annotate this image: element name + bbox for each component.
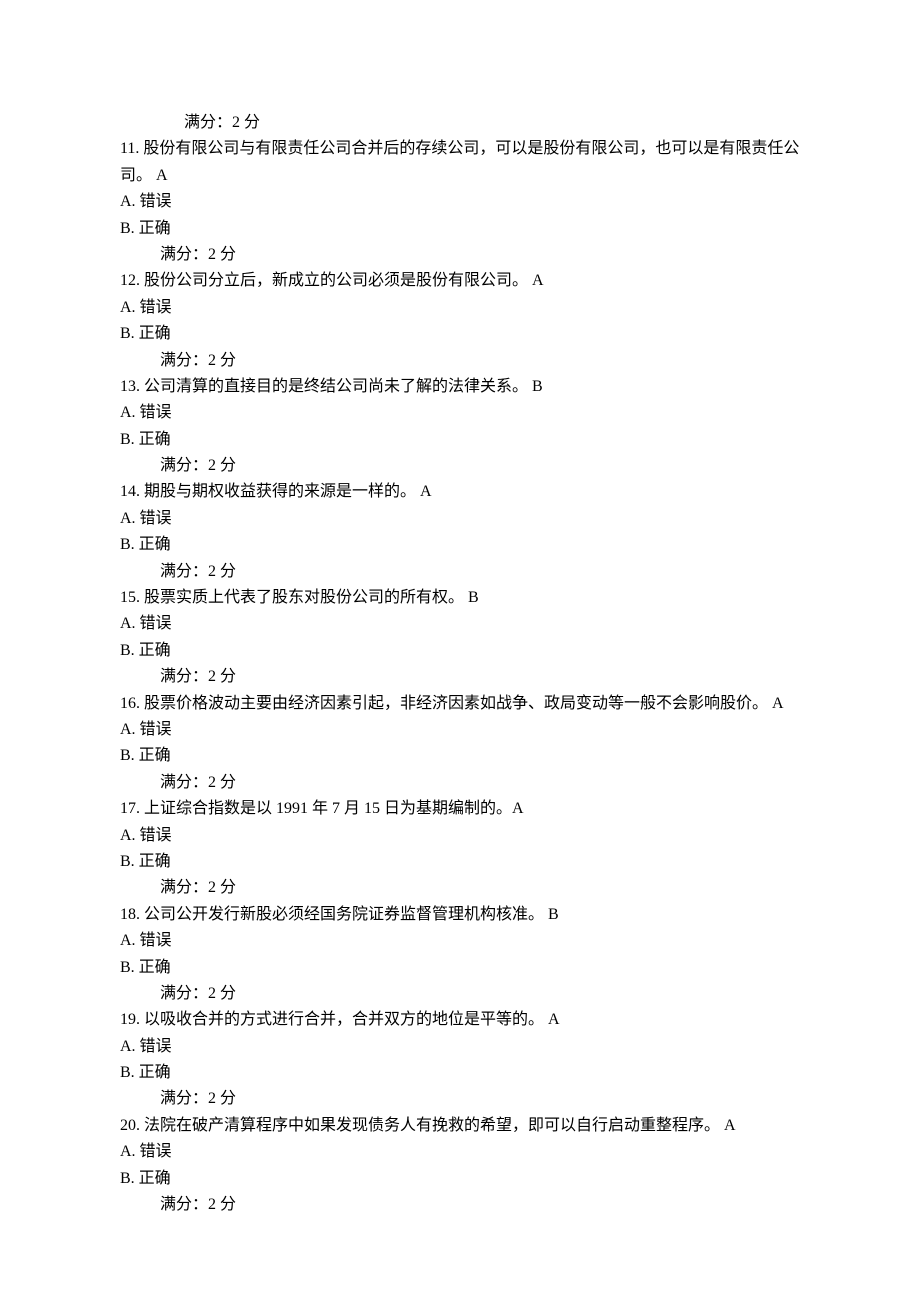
option-b: B. 正确 (120, 1166, 800, 1192)
question-text: 19. 以吸收合并的方式进行合并，合并双方的地位是平等的。 A (120, 1007, 800, 1033)
question-block-14: 14. 期股与期权收益获得的来源是一样的。 A A. 错误 B. 正确 满分：2… (120, 479, 800, 585)
option-b: B. 正确 (120, 532, 800, 558)
question-text: 14. 期股与期权收益获得的来源是一样的。 A (120, 479, 800, 505)
question-text: 16. 股票价格波动主要由经济因素引起，非经济因素如战争、政局变动等一般不会影响… (120, 691, 800, 717)
score-line: 满分：2 分 (120, 770, 800, 796)
question-text: 15. 股票实质上代表了股东对股份公司的所有权。 B (120, 585, 800, 611)
option-b: B. 正确 (120, 638, 800, 664)
question-text: 17. 上证综合指数是以 1991 年 7 月 15 日为基期编制的。A (120, 796, 800, 822)
option-b: B. 正确 (120, 955, 800, 981)
option-a: A. 错误 (120, 400, 800, 426)
score-line: 满分：2 分 (120, 875, 800, 901)
option-a: A. 错误 (120, 1034, 800, 1060)
option-a: A. 错误 (120, 506, 800, 532)
score-line-top: 满分：2 分 (120, 110, 800, 136)
option-a: A. 错误 (120, 189, 800, 215)
score-line: 满分：2 分 (120, 348, 800, 374)
score-line: 满分：2 分 (120, 1086, 800, 1112)
option-b: B. 正确 (120, 427, 800, 453)
question-text: 20. 法院在破产清算程序中如果发现债务人有挽救的希望，即可以自行启动重整程序。… (120, 1113, 800, 1139)
question-block-16: 16. 股票价格波动主要由经济因素引起，非经济因素如战争、政局变动等一般不会影响… (120, 691, 800, 797)
question-text: 13. 公司清算的直接目的是终结公司尚未了解的法律关系。 B (120, 374, 800, 400)
option-b: B. 正确 (120, 849, 800, 875)
question-block-17: 17. 上证综合指数是以 1991 年 7 月 15 日为基期编制的。A A. … (120, 796, 800, 902)
question-block-13: 13. 公司清算的直接目的是终结公司尚未了解的法律关系。 B A. 错误 B. … (120, 374, 800, 480)
question-block-19: 19. 以吸收合并的方式进行合并，合并双方的地位是平等的。 A A. 错误 B.… (120, 1007, 800, 1113)
score-line: 满分：2 分 (120, 981, 800, 1007)
option-a: A. 错误 (120, 823, 800, 849)
option-a: A. 错误 (120, 928, 800, 954)
question-text: 18. 公司公开发行新股必须经国务院证券监督管理机构核准。 B (120, 902, 800, 928)
question-block-20: 20. 法院在破产清算程序中如果发现债务人有挽救的希望，即可以自行启动重整程序。… (120, 1113, 800, 1219)
question-block-11: 11. 股份有限公司与有限责任公司合并后的存续公司，可以是股份有限公司，也可以是… (120, 136, 800, 268)
question-text: 11. 股份有限公司与有限责任公司合并后的存续公司，可以是股份有限公司，也可以是… (120, 136, 800, 189)
question-block-18: 18. 公司公开发行新股必须经国务院证券监督管理机构核准。 B A. 错误 B.… (120, 902, 800, 1008)
question-block-15: 15. 股票实质上代表了股东对股份公司的所有权。 B A. 错误 B. 正确 满… (120, 585, 800, 691)
option-b: B. 正确 (120, 216, 800, 242)
option-a: A. 错误 (120, 1139, 800, 1165)
score-line: 满分：2 分 (120, 559, 800, 585)
option-a: A. 错误 (120, 295, 800, 321)
option-a: A. 错误 (120, 611, 800, 637)
option-b: B. 正确 (120, 321, 800, 347)
question-block-12: 12. 股份公司分立后，新成立的公司必须是股份有限公司。 A A. 错误 B. … (120, 268, 800, 374)
score-line: 满分：2 分 (120, 664, 800, 690)
score-line: 满分：2 分 (120, 242, 800, 268)
question-text: 12. 股份公司分立后，新成立的公司必须是股份有限公司。 A (120, 268, 800, 294)
option-a: A. 错误 (120, 717, 800, 743)
option-b: B. 正确 (120, 743, 800, 769)
option-b: B. 正确 (120, 1060, 800, 1086)
score-line: 满分：2 分 (120, 453, 800, 479)
score-line: 满分：2 分 (120, 1192, 800, 1218)
